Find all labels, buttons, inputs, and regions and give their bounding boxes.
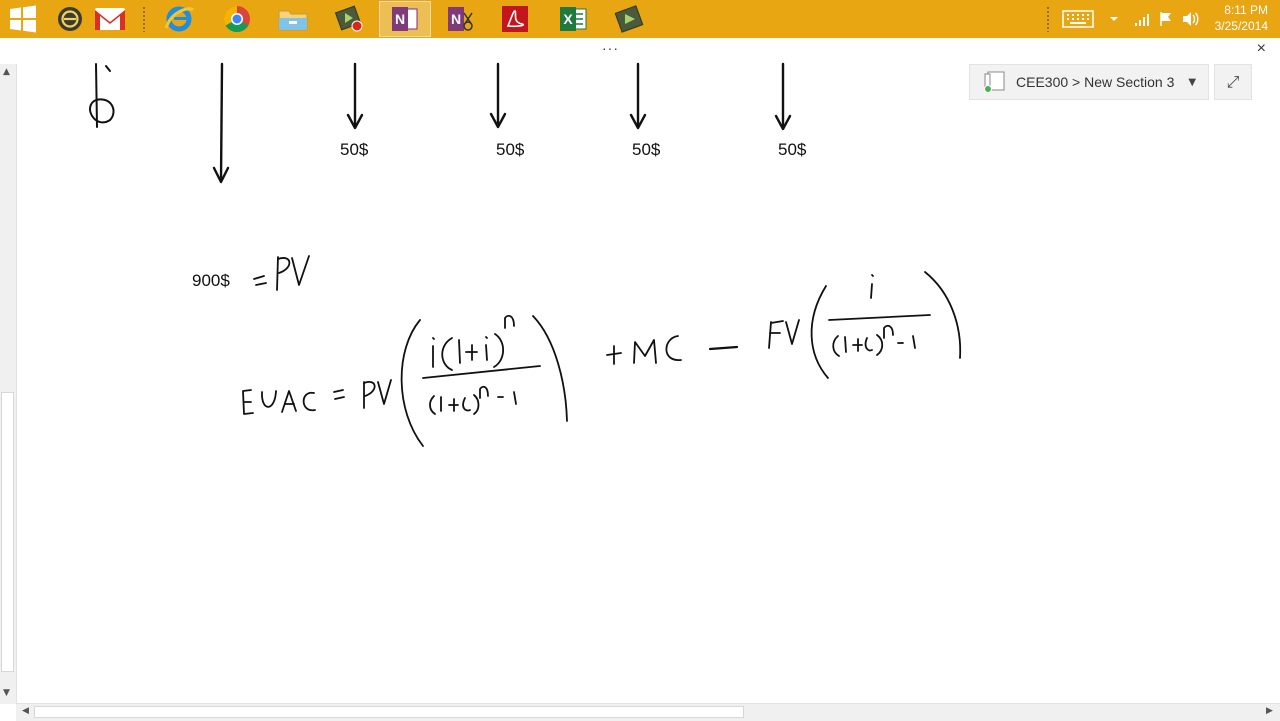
cashflow-label-1: 50$: [340, 140, 369, 159]
cashflow-label-4: 50$: [778, 140, 807, 159]
tray-grip: [1046, 6, 1050, 32]
circle-app-icon: [58, 7, 82, 31]
taskbar-chrome[interactable]: [211, 1, 263, 37]
system-tray: [1062, 0, 1200, 38]
touch-keyboard-icon[interactable]: [1062, 9, 1094, 29]
close-button[interactable]: ×: [1257, 40, 1266, 58]
scroll-down-arrow-icon[interactable]: ▼: [3, 688, 10, 698]
svg-text:X: X: [563, 11, 573, 27]
show-hidden-icons-icon[interactable]: [1108, 13, 1120, 25]
more-options-button[interactable]: ···: [602, 40, 619, 56]
taskbar: N N X 8:11 PM 3/25/2014: [0, 0, 1280, 39]
volume-icon[interactable]: [1182, 11, 1200, 27]
onenote-icon: N: [392, 7, 418, 31]
internet-explorer-icon: [164, 6, 195, 32]
folder-icon: [278, 10, 308, 31]
horizontal-scroll-thumb[interactable]: [34, 706, 744, 718]
camtasia-icon: [614, 5, 644, 33]
clock-time: 8:11 PM: [1224, 3, 1268, 17]
notebook-icon: [984, 71, 1005, 93]
taskbar-grip: [142, 6, 146, 32]
taskbar-camtasia[interactable]: [603, 1, 655, 37]
taskbar-excel[interactable]: X: [547, 1, 599, 37]
acrobat-icon: [502, 6, 528, 32]
scroll-right-arrow-icon[interactable]: ▶: [1266, 706, 1273, 716]
clock-date: 3/25/2014: [1214, 19, 1268, 33]
notebook-location-label: CEE300 > New Section 3: [1016, 74, 1175, 90]
notebook-location-dropdown[interactable]: CEE300 > New Section 3 ▼: [969, 64, 1209, 100]
cashflow-label-2: 50$: [496, 140, 525, 159]
svg-text:N: N: [395, 11, 405, 27]
taskbar-gmail[interactable]: [84, 1, 136, 37]
taskbar-onenote-clip[interactable]: N: [435, 1, 487, 37]
onenote-clip-icon: N: [448, 7, 473, 31]
taskbar-ie[interactable]: [153, 1, 205, 37]
taskbar-onenote[interactable]: N: [379, 1, 431, 37]
expand-button[interactable]: ⤢: [1214, 64, 1252, 100]
svg-text:N: N: [451, 11, 461, 27]
taskbar-clock[interactable]: 8:11 PM 3/25/2014: [1215, 2, 1268, 34]
action-center-flag-icon[interactable]: [1158, 11, 1174, 27]
network-icon[interactable]: [1134, 11, 1150, 27]
scroll-up-arrow-icon[interactable]: ▲: [3, 67, 10, 77]
windows-logo-icon: [10, 5, 36, 33]
scroll-left-arrow-icon[interactable]: ◀: [22, 706, 29, 716]
cashflow-label-3: 50$: [632, 140, 661, 159]
taskbar-camtasia-recorder[interactable]: [323, 1, 375, 37]
taskbar-file-explorer[interactable]: [267, 1, 319, 37]
excel-icon: X: [560, 7, 587, 31]
expand-icon: ⤢: [1226, 72, 1240, 91]
camtasia-recorder-icon: [334, 5, 363, 32]
start-button[interactable]: [0, 1, 46, 37]
vertical-scrollbar[interactable]: ▲ ▼: [0, 64, 17, 704]
horizontal-scrollbar[interactable]: ◀ ▶: [16, 703, 1280, 721]
taskbar-acrobat[interactable]: [489, 1, 541, 37]
initial-cost-label: 900$: [192, 271, 230, 290]
vertical-scroll-thumb[interactable]: [1, 392, 14, 672]
chevron-down-icon: ▼: [1188, 76, 1197, 88]
gmail-icon: [95, 8, 125, 30]
chrome-icon: [223, 5, 250, 33]
